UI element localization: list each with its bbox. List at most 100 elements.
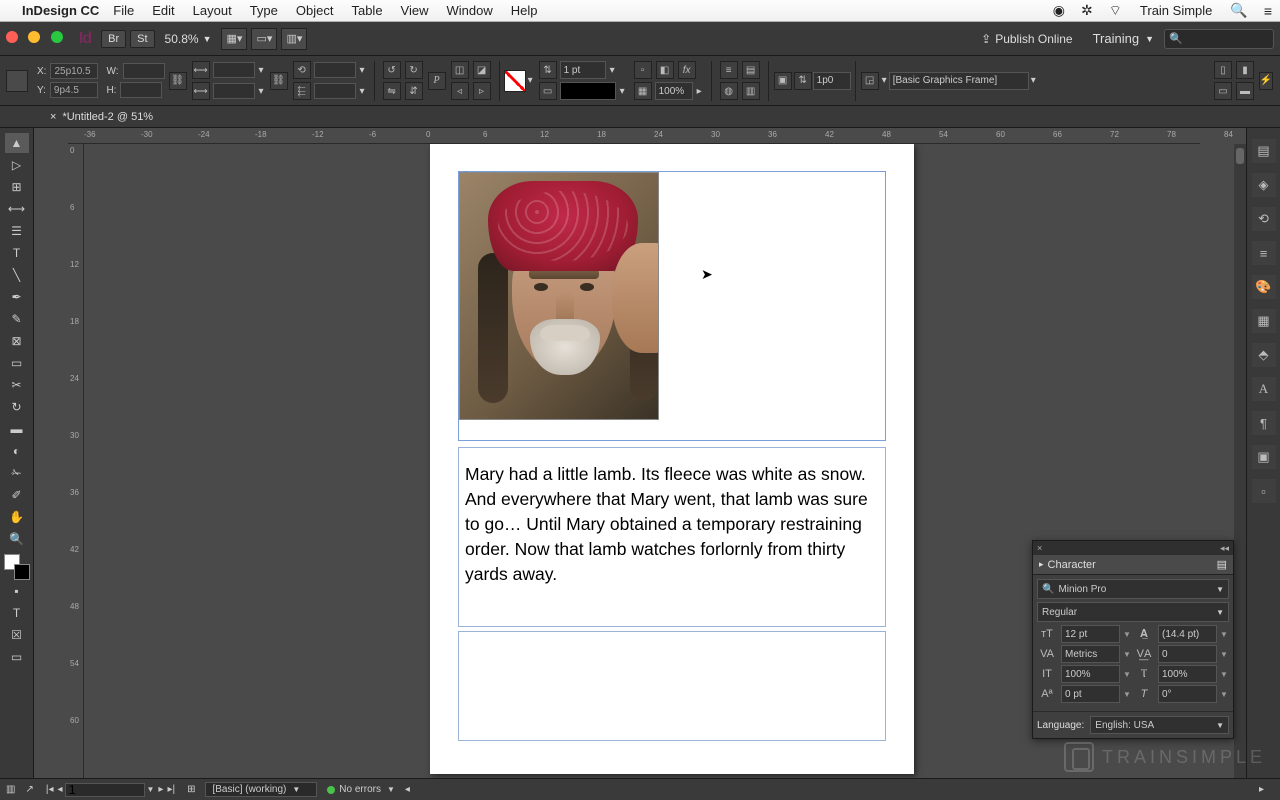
select-container-icon[interactable]: ◫ [451,61,469,79]
workspace-switcher[interactable]: Training ▼ [1083,27,1164,50]
hscale-input[interactable]: 100% [1158,665,1217,683]
p-icon[interactable]: P [428,72,446,90]
cc-libraries-panel-icon[interactable]: ⬘ [1252,343,1276,367]
control-menu-icon[interactable]: ⚡ [1259,72,1273,90]
rotate-cw-icon[interactable]: ↻ [405,61,423,79]
vertical-scrollbar[interactable] [1234,144,1246,778]
object-styles-panel-icon[interactable]: ▣ [1252,445,1276,469]
gradient-feather-tool[interactable]: ◐ [5,441,29,461]
swatches-panel-icon[interactable]: ▦ [1252,309,1276,333]
menu-window[interactable]: Window [447,3,493,18]
page-number-input[interactable] [65,783,145,797]
menu-file[interactable]: File [113,3,134,18]
menu-layout[interactable]: Layout [193,3,232,18]
page-tool[interactable]: ⊞ [5,177,29,197]
menu-edit[interactable]: Edit [152,3,174,18]
scissors-tool[interactable]: ✂ [5,375,29,395]
frame-fitting-icon[interactable]: ▣ [774,72,792,90]
opacity-input[interactable]: 100% [655,82,693,100]
flip-v-icon[interactable]: ⇵ [405,82,423,100]
content-collector-tool[interactable]: ☰ [5,221,29,241]
menu-help[interactable]: Help [511,3,538,18]
spotlight-icon[interactable]: 🔍 [1230,2,1247,19]
x-position-input[interactable] [50,63,98,79]
rectangle-frame-tool[interactable]: ⊠ [5,331,29,351]
first-page-icon[interactable]: |◂ [46,784,54,795]
fill-stroke-swatch[interactable] [504,70,526,92]
eyedropper-tool[interactable]: ✐ [5,485,29,505]
app-name[interactable]: InDesign CC [22,3,99,18]
status-icon-1[interactable]: ▥ [6,784,15,795]
preset-dropdown[interactable]: [Basic] (working) ▼ [205,782,317,797]
select-content-icon[interactable]: ◪ [473,61,491,79]
text-wrap-bounding-icon[interactable]: ▤ [742,61,760,79]
character-panel[interactable]: ×◂◂ ▸Character▤ 🔍Minion Pro▼ Regular▼ тТ… [1032,540,1234,739]
apply-color-icon[interactable]: ▪ [5,581,29,601]
next-page-icon[interactable]: ▸ [158,784,163,795]
formatting-text-icon[interactable]: T [5,603,29,623]
constrain-proportions-icon[interactable]: ⛓ [169,72,187,90]
view-options-button[interactable]: ▦▾ [221,28,247,50]
line-tool[interactable]: ╲ [5,265,29,285]
text-wrap-shape-icon[interactable]: ◍ [720,82,738,100]
stroke-weight-stepper[interactable]: ⇅ [539,61,557,79]
panel-menu-icon[interactable]: ▤ [1217,558,1227,571]
selection-tool[interactable]: ▲ [5,133,29,153]
free-transform-tool[interactable]: ↻ [5,397,29,417]
tracking-input[interactable]: 0 [1158,645,1217,663]
text-wrap-jump-icon[interactable]: ▥ [742,82,760,100]
rotation-input[interactable] [314,62,356,78]
baseline-input[interactable]: 0 pt [1061,685,1120,703]
minimize-window-icon[interactable] [28,31,40,43]
align-icon-1[interactable]: ▯ [1214,61,1232,79]
help-search-input[interactable]: 🔍 [1164,29,1274,49]
select-prev-icon[interactable]: ◃ [451,82,469,100]
gap-stepper[interactable]: ⇅ [794,72,812,90]
publish-online-button[interactable]: ⇪ Publish Online [981,32,1072,46]
kerning-input[interactable]: Metrics [1061,645,1120,663]
fill-stroke-toggle[interactable] [4,554,30,580]
leading-input[interactable]: (14.4 pt) [1158,625,1217,643]
constrain-scale-icon[interactable]: ⛓ [270,72,288,90]
open-button-icon[interactable]: ⊞ [187,784,195,795]
direct-selection-tool[interactable]: ▷ [5,155,29,175]
drop-shadow-icon[interactable]: ◧ [656,61,674,79]
close-tab-icon[interactable]: × [50,111,56,123]
font-style-dropdown[interactable]: Regular▼ [1037,602,1229,622]
text-wrap-none-icon[interactable]: ≡ [720,61,738,79]
sync-icon[interactable]: ✲ [1081,2,1093,19]
character-panel-icon[interactable]: A [1252,377,1276,401]
scale-y-input[interactable] [213,83,255,99]
scroll-left-icon[interactable]: ◂ [405,784,410,795]
text-frame-empty[interactable] [458,631,886,741]
page-navigator[interactable]: |◂ ◂ ▼ ▸ ▸| [44,783,177,797]
align-icon-2[interactable]: ▮ [1236,61,1254,79]
more-panel-icon[interactable]: ▫ [1252,479,1276,503]
stroke-panel-icon[interactable]: ≡ [1252,241,1276,265]
corner-options-icon[interactable]: ◲ [861,72,879,90]
paragraph-panel-icon[interactable]: ¶ [1252,411,1276,435]
page[interactable]: ⟲ [430,144,914,774]
zoom-tool[interactable]: 🔍 [5,529,29,549]
placed-image[interactable] [459,172,659,420]
apply-none-icon[interactable]: ☒ [5,625,29,645]
menu-extras-icon[interactable]: ≡ [1264,3,1272,19]
height-input[interactable] [120,82,162,98]
vscale-input[interactable]: 100% [1061,665,1120,683]
window-controls[interactable] [6,30,69,48]
shear-input[interactable] [314,83,356,99]
horizontal-ruler[interactable]: -36 -30 -24 -18 -12 -6 0 6 12 18 24 30 3… [68,128,1200,144]
skew-input[interactable]: 0° [1158,685,1217,703]
stroke-style-dropdown[interactable] [560,82,616,100]
text-frame[interactable]: Mary had a little lamb. Its fleece was w… [458,447,886,627]
gradient-swatch-tool[interactable]: ▬ [5,419,29,439]
rotate-ccw-icon[interactable]: ↺ [383,61,401,79]
scrollbar-thumb[interactable] [1236,148,1244,164]
menu-type[interactable]: Type [250,3,278,18]
width-input[interactable] [123,63,165,79]
pencil-tool[interactable]: ✎ [5,309,29,329]
gap-tool[interactable]: ⟷ [5,199,29,219]
arrange-documents-button[interactable]: ▥▾ [281,28,307,50]
select-next-icon[interactable]: ▹ [473,82,491,100]
panel-chevron-icon[interactable]: ▸ [1039,559,1044,570]
